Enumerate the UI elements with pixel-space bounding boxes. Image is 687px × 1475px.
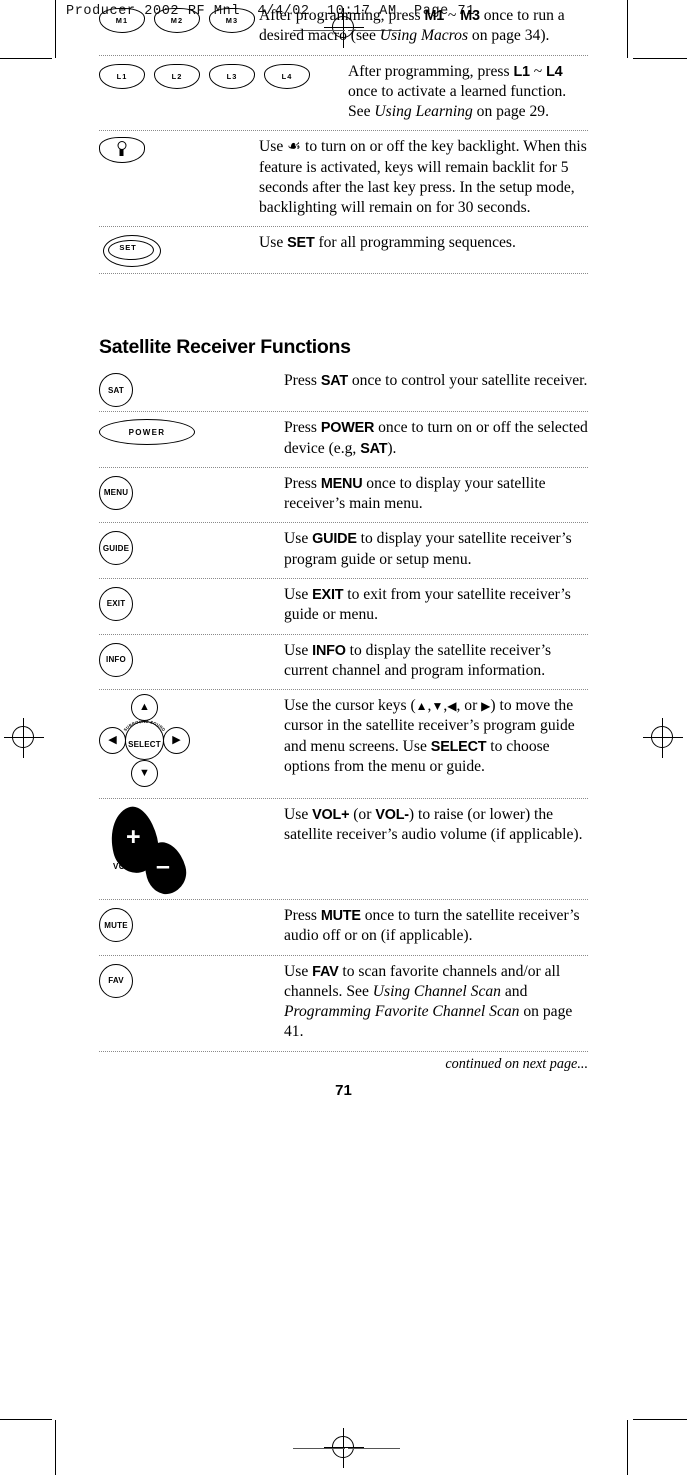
key-cell-guide: GUIDE [99, 523, 284, 569]
key-cell-learn: L1 L2 L3 L4 [99, 56, 310, 93]
table-row-power: POWER Press POWER once to turn on or off… [99, 412, 588, 468]
guide-description: Use GUIDE to display your satellite rece… [284, 530, 572, 568]
menu-description: Press MENU once to display your satellit… [284, 474, 546, 513]
backlight-key[interactable] [99, 137, 145, 164]
crop-mark-bottom-left-horizontal [0, 1419, 52, 1420]
satellite-receiver-table: SAT Press SAT once to control your satel… [99, 365, 588, 1052]
learn-key-l2[interactable]: L2 [154, 63, 200, 89]
crop-mark-top-right-vertical [627, 0, 628, 58]
key-cell-exit: EXIT [99, 579, 284, 625]
crop-mark-top-left-horizontal [0, 58, 52, 59]
key-cell-menu: MENU [99, 468, 284, 514]
sat-description: Press SAT once to control your satellite… [284, 372, 588, 390]
info-key[interactable]: INFO [99, 642, 133, 677]
key-cell-cursor: ▲ ▼ ◀ ▶ SELECT SURROUND SOUND [99, 690, 284, 798]
minus-icon: – [156, 852, 170, 881]
strip-rule-bottom [293, 1448, 345, 1449]
cursor-down-icon[interactable]: ▼ [131, 760, 158, 788]
page-content: M1 M2 M3 After programming, press M1 ~ M… [99, 0, 588, 1110]
cursor-pad[interactable]: ▲ ▼ ◀ ▶ SELECT SURROUND SOUND [99, 694, 191, 794]
key-cell-sat: SAT [99, 365, 284, 411]
sat-key[interactable]: SAT [99, 373, 133, 408]
mute-key[interactable]: MUTE [99, 908, 133, 943]
volume-rocker[interactable]: + – VOL [99, 802, 195, 899]
key-cell-power: POWER [99, 412, 284, 450]
macro-key-m1[interactable]: M1 [99, 8, 145, 33]
table-row-learn: L1 L2 L3 L4 After programming, press L1 … [99, 56, 588, 132]
cursor-up-icon[interactable]: ▲ [131, 694, 158, 722]
table-row-macro: M1 M2 M3 After programming, press M1 ~ M… [99, 0, 588, 56]
fav-key[interactable]: FAV [99, 963, 133, 998]
select-key-label: SELECT [128, 740, 161, 750]
lightbulb-icon [117, 141, 128, 158]
learn-key-l3[interactable]: L3 [209, 63, 255, 89]
table-row-volume: + – VOL Use VOL+ (or VOL-) to raise (or … [99, 799, 588, 901]
crop-mark-bottom-right-horizontal [633, 1419, 687, 1420]
surround-sound-arc-label: SURROUND SOUND [122, 719, 166, 733]
info-description: Use INFO to display the satellite receiv… [284, 641, 552, 679]
table-row-set: SET Use SET for all programming sequence… [99, 227, 588, 275]
set-description: Use SET for all programming sequences. [259, 234, 516, 252]
table-row-cursor: ▲ ▼ ◀ ▶ SELECT SURROUND SOUND Use the cu… [99, 690, 588, 800]
macro-description: After programming, press M1 ~ M3 once to… [259, 7, 565, 45]
table-row-mute: MUTE Press MUTE once to turn the satelli… [99, 900, 588, 956]
key-cell-volume: + – VOL [99, 799, 284, 899]
table-row-fav: FAV Use FAV to scan favorite channels an… [99, 956, 588, 1052]
learn-key-l4[interactable]: L4 [264, 63, 310, 89]
mute-description: Press MUTE once to turn the satellite re… [284, 907, 580, 945]
crop-mark-bottom-right-vertical [627, 1420, 628, 1475]
macro-key-m2[interactable]: M2 [154, 8, 200, 33]
menu-key[interactable]: MENU [99, 475, 133, 510]
learn-description: After programming, press L1 ~ L4 once to… [348, 62, 567, 121]
table-row-backlight: Use ☙ to turn on or off the key backligh… [99, 131, 588, 228]
key-cell-mute: MUTE [99, 900, 284, 946]
learn-key-l1[interactable]: L1 [99, 63, 145, 89]
macro-learn-table: M1 M2 M3 After programming, press M1 ~ M… [99, 0, 588, 275]
table-row-exit: EXIT Use EXIT to exit from your satellit… [99, 579, 588, 635]
continued-note: continued on next page... [445, 1055, 588, 1072]
exit-description: Use EXIT to exit from your satellite rec… [284, 585, 571, 624]
registration-mark-right [643, 718, 683, 758]
key-cell-fav: FAV [99, 956, 284, 1002]
volume-label: VOL [113, 862, 131, 872]
svg-text:SURROUND SOUND: SURROUND SOUND [122, 719, 166, 733]
plus-icon: + [126, 823, 141, 852]
crop-mark-top-right-horizontal [633, 58, 687, 59]
key-cell-info: INFO [99, 635, 284, 681]
table-row-guide: GUIDE Use GUIDE to display your satellit… [99, 523, 588, 579]
table-row-info: INFO Use INFO to display the satellite r… [99, 635, 588, 691]
strip-rule-bottom-right [348, 1448, 400, 1449]
table-row-menu: MENU Press MENU once to display your sat… [99, 468, 588, 524]
set-key[interactable]: SET [103, 235, 161, 268]
exit-key[interactable]: EXIT [99, 586, 133, 621]
table-row-sat: SAT Press SAT once to control your satel… [99, 365, 588, 413]
crop-mark-top-left-vertical [55, 0, 56, 58]
page-title: Satellite Receiver Functions [99, 336, 351, 359]
page-footer: continued on next page... 71 [99, 1052, 588, 1110]
page-number: 71 [335, 1081, 352, 1099]
power-key[interactable]: POWER [99, 419, 195, 446]
set-key-label: SET [119, 243, 137, 253]
key-cell-set: SET [99, 227, 259, 273]
power-description: Press POWER once to turn on or off the s… [284, 419, 588, 457]
fav-description: Use FAV to scan favorite channels and/or… [284, 962, 573, 1041]
macro-key-m3[interactable]: M3 [209, 8, 255, 33]
cursor-description: Use the cursor keys (▲,▼,◀, or ▶) to mov… [284, 697, 575, 775]
crop-mark-bottom-left-vertical [55, 1420, 56, 1475]
registration-mark-left [4, 718, 44, 758]
backlight-description: Use ☙ to turn on or off the key backligh… [259, 138, 587, 217]
guide-key[interactable]: GUIDE [99, 531, 133, 566]
key-cell-backlight [99, 131, 259, 168]
volume-description: Use VOL+ (or VOL-) to raise (or lower) t… [284, 806, 583, 844]
key-cell-macro: M1 M2 M3 [99, 0, 259, 37]
